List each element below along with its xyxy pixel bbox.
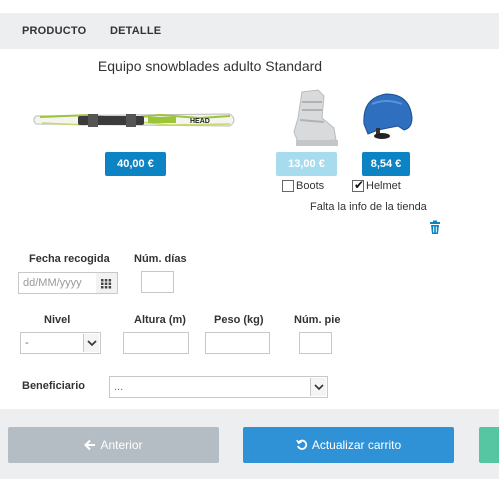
previous-button[interactable]: Anterior (8, 427, 219, 463)
arrow-left-icon (84, 439, 96, 451)
helmet-checkbox[interactable] (352, 178, 364, 192)
helmet-price-badge: 8,54 € (362, 152, 410, 176)
days-input[interactable] (141, 271, 174, 293)
ski-brand-text: HEAD (190, 118, 210, 125)
weight-label: Peso (kg) (214, 314, 264, 326)
update-cart-button[interactable]: Actualizar carrito (243, 427, 454, 463)
shoe-size-label: Núm. pie (294, 314, 341, 326)
weight-input[interactable] (205, 332, 270, 354)
helmet-image (363, 93, 413, 139)
pickup-date-input[interactable]: dd/MM/yyyy (18, 272, 97, 294)
beneficiary-value: ... (114, 381, 124, 393)
boot-image (293, 89, 338, 146)
pickup-date-label: Fecha recogida (29, 253, 110, 265)
calendar-icon (101, 279, 112, 289)
shoe-size-input[interactable] (299, 332, 332, 354)
previous-label: Anterior (100, 438, 143, 452)
level-value: - (25, 337, 29, 349)
update-cart-label: Actualizar carrito (311, 438, 402, 452)
height-input[interactable] (123, 332, 189, 354)
product-title: Equipo snowblades adulto Standard (97, 58, 323, 74)
ski-price-badge: 40,00 € (105, 152, 166, 176)
chevron-down-icon (314, 384, 324, 391)
boots-label: Boots (296, 180, 325, 192)
tab-detalle[interactable]: DETALLE (110, 25, 161, 37)
boots-checkbox[interactable] (282, 180, 294, 192)
footer-bar: Anterior Actualizar carrito (0, 409, 499, 479)
tab-bar: PRODUCTO DETALLE (0, 13, 499, 49)
beneficiary-select[interactable]: ... (109, 376, 328, 398)
refresh-icon (295, 439, 307, 450)
chevron-down-icon (87, 340, 97, 347)
helmet-option[interactable]: Helmet (352, 178, 401, 192)
ski-image: HEAD (33, 113, 235, 127)
beneficiary-label: Beneficiario (22, 380, 85, 392)
tab-producto[interactable]: PRODUCTO (22, 25, 86, 37)
boots-option[interactable]: Boots (282, 180, 324, 192)
helmet-label: Helmet (366, 180, 401, 192)
trash-icon[interactable] (428, 220, 442, 234)
boots-price-badge: 13,00 € (276, 152, 337, 176)
days-label: Núm. días (134, 253, 187, 265)
level-label: Nivel (44, 314, 71, 326)
calendar-button[interactable] (96, 272, 118, 294)
next-button[interactable] (479, 427, 499, 463)
shop-info-note: Falta la info de la tienda (310, 201, 427, 213)
height-label: Altura (m) (134, 314, 186, 326)
level-select[interactable]: - (20, 332, 101, 354)
